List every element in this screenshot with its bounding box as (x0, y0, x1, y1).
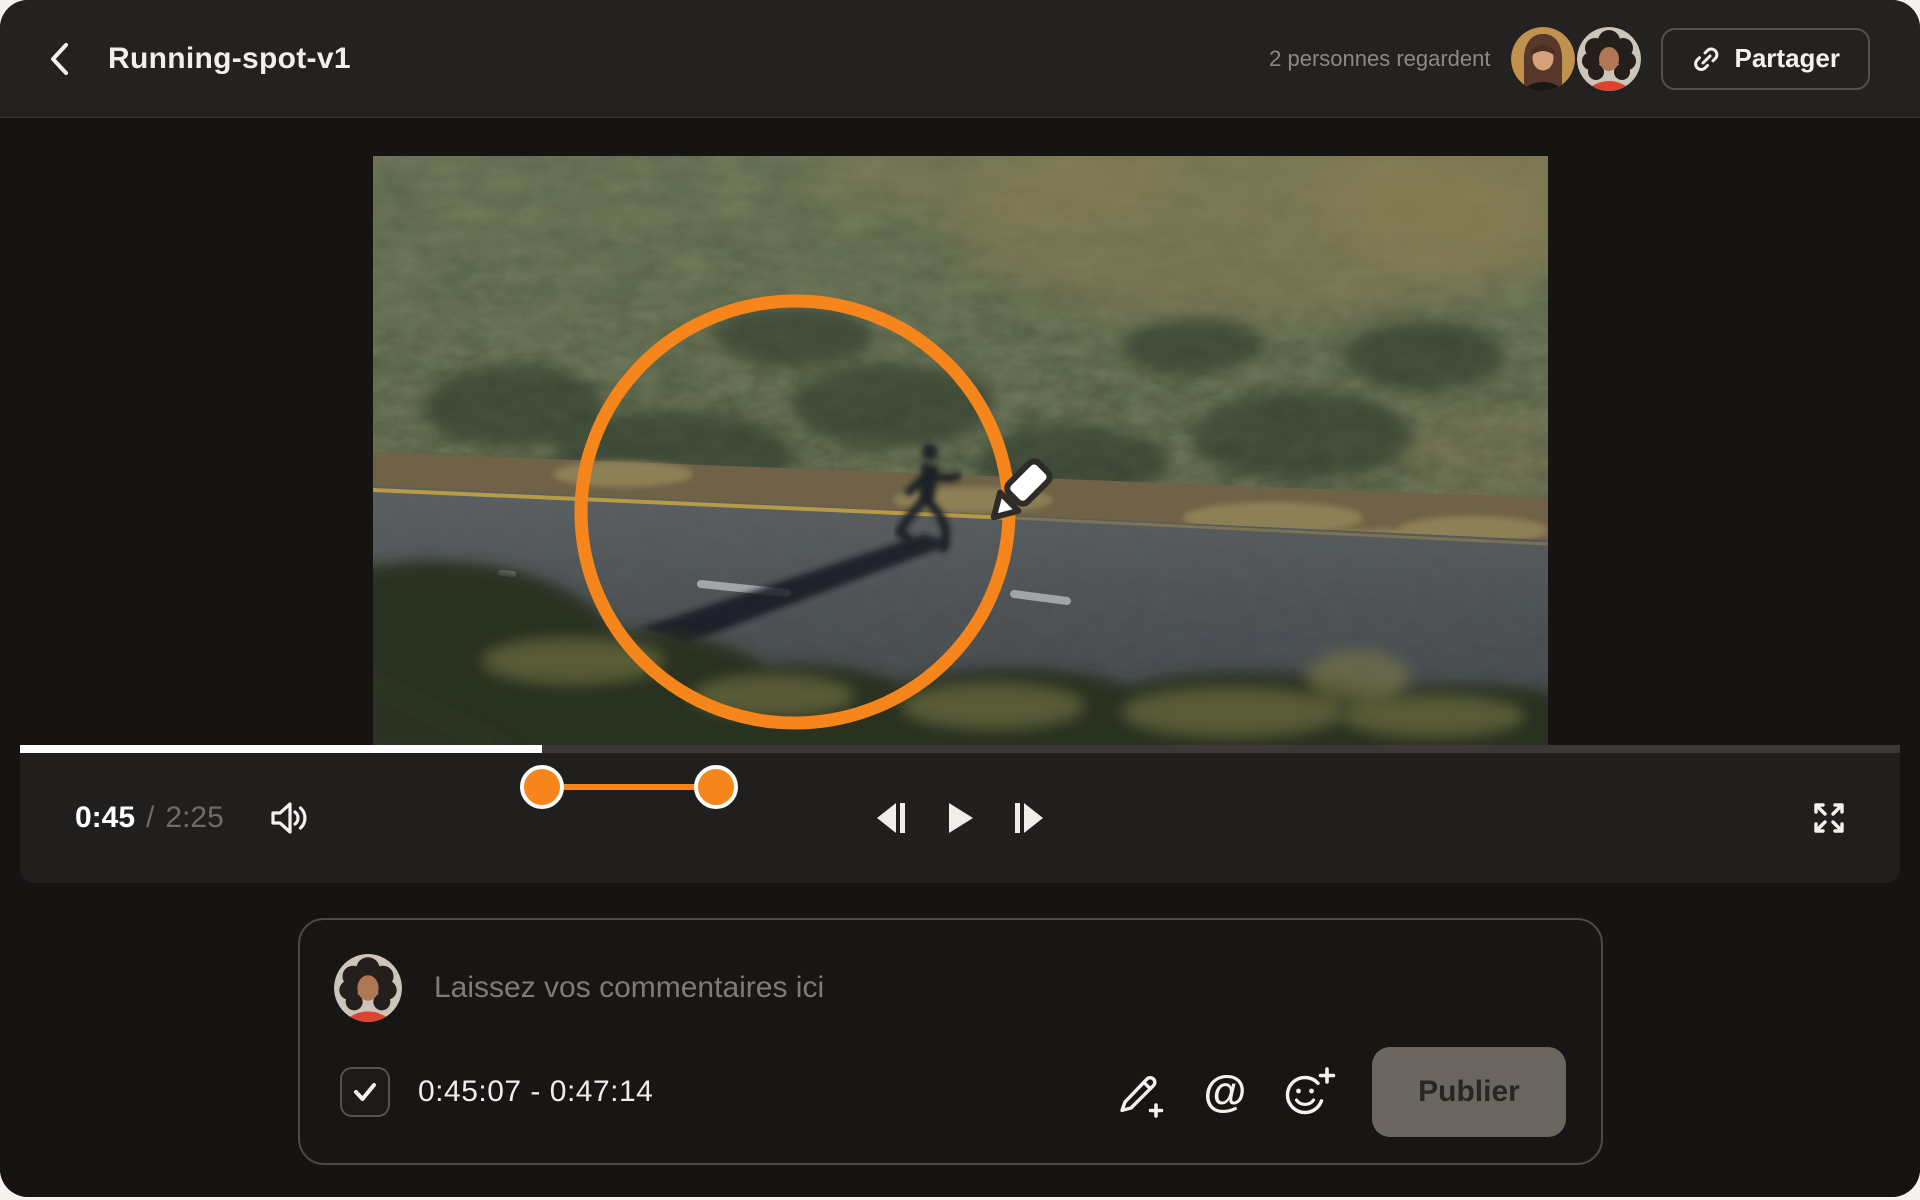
avatar-image (1577, 27, 1641, 91)
share-button-label: Partager (1735, 43, 1841, 74)
progress-played (20, 745, 542, 753)
progress-bar[interactable] (20, 745, 1900, 753)
time-separator: / (146, 801, 154, 835)
fullscreen-button[interactable] (1810, 799, 1848, 837)
pencil-cursor-icon (985, 459, 1053, 527)
top-bar: Running-spot-v1 2 personnes regardent (0, 0, 1920, 118)
link-icon (1691, 44, 1721, 74)
time-display: 0:45 / 2:25 (75, 801, 224, 835)
pencil-plus-icon (1115, 1066, 1167, 1118)
emoji-plus-icon (1282, 1066, 1336, 1118)
composer-tools: @ (1114, 1065, 1336, 1119)
at-sign-icon: @ (1204, 1070, 1247, 1114)
avatar-image (334, 954, 402, 1022)
speaker-waves-icon (268, 800, 314, 836)
current-time: 0:45 (75, 801, 135, 835)
publish-button[interactable]: Publier (1372, 1047, 1566, 1137)
viewer-avatar-2[interactable] (1577, 27, 1641, 91)
viewer-avatar-stack (1511, 27, 1641, 91)
video-title: Running-spot-v1 (108, 42, 351, 76)
checkmark-icon (351, 1078, 379, 1106)
chevron-left-icon (48, 42, 70, 76)
annotate-button[interactable] (1114, 1065, 1168, 1119)
play-icon (945, 802, 975, 834)
prev-frame-icon (873, 801, 907, 835)
comment-input[interactable] (432, 970, 1561, 1006)
previous-frame-button[interactable] (873, 801, 907, 835)
annotation-ellipse (567, 287, 1023, 738)
avatar-image (1511, 27, 1575, 91)
comment-time-range: 0:45:07 - 0:47:14 (418, 1075, 653, 1109)
mention-button[interactable]: @ (1198, 1065, 1252, 1119)
player-controls-row: 0:45 / 2:25 (20, 753, 1900, 883)
next-frame-icon (1013, 801, 1047, 835)
transport-controls (873, 801, 1047, 835)
comment-composer: 0:45:07 - 0:47:14 @ (298, 918, 1603, 1165)
annotation-layer (373, 156, 1548, 745)
emoji-button[interactable] (1282, 1065, 1336, 1119)
stage: 0:45 / 2:25 (0, 118, 1920, 1197)
back-button[interactable] (36, 36, 82, 82)
expand-arrows-icon (1810, 799, 1848, 837)
volume-button[interactable] (268, 800, 314, 836)
composer-input-row (334, 950, 1561, 1026)
composer-actions-row: 0:45:07 - 0:47:14 @ (340, 1060, 1566, 1124)
timestamp-checkbox[interactable] (340, 1067, 390, 1117)
viewers-label: 2 personnes regardent (1269, 46, 1490, 72)
composer-avatar (334, 954, 402, 1022)
share-button[interactable]: Partager (1661, 28, 1871, 90)
player-controls-bar: 0:45 / 2:25 (20, 745, 1900, 883)
duration: 2:25 (165, 801, 223, 835)
app-window: Running-spot-v1 2 personnes regardent (0, 0, 1920, 1197)
header-right: 2 personnes regardent (1269, 27, 1870, 91)
next-frame-button[interactable] (1013, 801, 1047, 835)
viewer-avatar-1[interactable] (1511, 27, 1575, 91)
play-button[interactable] (945, 802, 975, 834)
video-player[interactable] (373, 156, 1548, 745)
